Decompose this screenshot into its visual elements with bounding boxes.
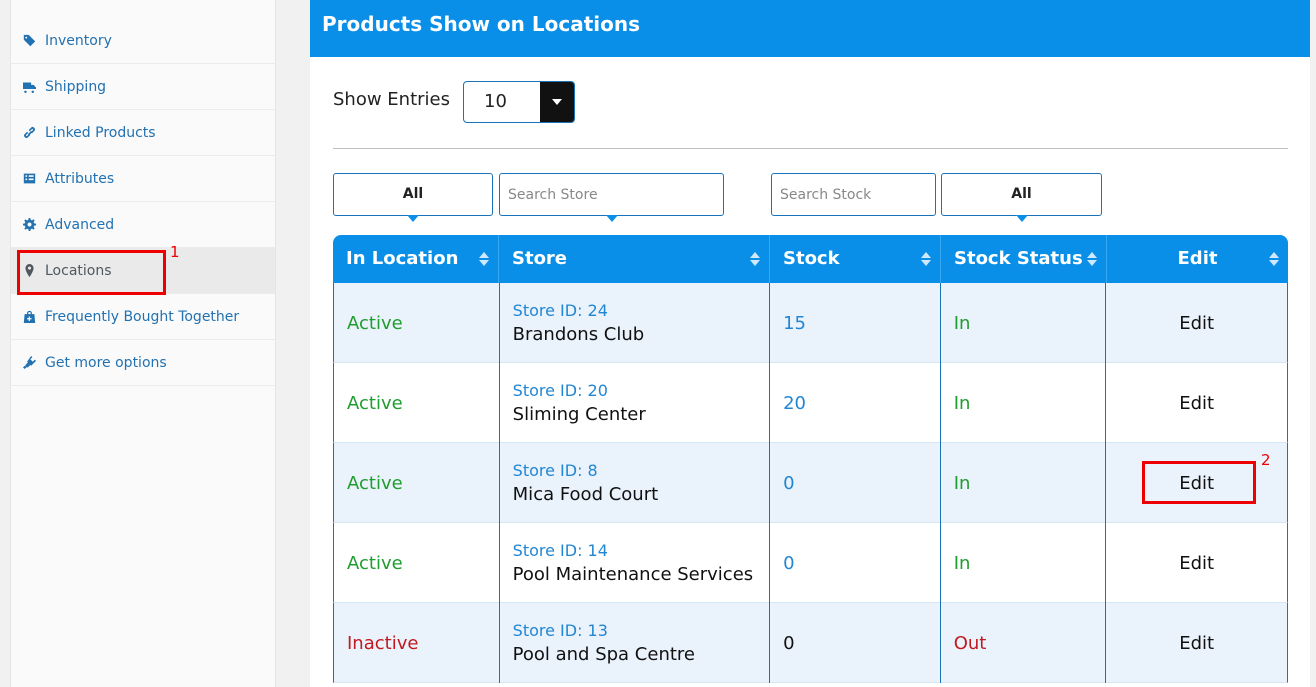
store-name: Sliming Center [512, 404, 646, 425]
caret-down-icon [407, 215, 419, 222]
location-filter-button[interactable]: All [333, 173, 493, 222]
edit-link[interactable]: Edit [1179, 633, 1214, 654]
table-row: Inactive Store ID: 13 Pool and Spa Centr… [333, 603, 1288, 683]
sort-icon [1087, 252, 1097, 267]
sidebar-item-advanced[interactable]: Advanced [11, 202, 275, 248]
sidebar-item-attributes[interactable]: Attributes [11, 156, 275, 202]
edit-link[interactable]: Edit [1179, 313, 1214, 334]
locations-panel: Products Show on Locations Show Entries … [310, 0, 1310, 687]
sidebar-item-shipping[interactable]: Shipping [11, 64, 275, 110]
search-stock-filter [771, 173, 936, 216]
store-name: Brandons Club [512, 324, 645, 345]
cell-stock-status: Out [941, 603, 1107, 683]
cell-store: Store ID: 24 Brandons Club [500, 283, 771, 363]
cell-edit: Edit [1106, 523, 1287, 603]
truck-icon [23, 80, 45, 93]
sidebar-item-get-more-options[interactable]: Get more options [11, 340, 275, 386]
annotation-number-2: 2 [1261, 451, 1271, 469]
store-name: Pool and Spa Centre [512, 644, 695, 665]
cell-location: Active [334, 363, 500, 443]
stock-status-filter-label: All [1011, 186, 1032, 202]
locations-table: In Location Store Stock Stock Status Edi… [333, 235, 1288, 683]
panel-title: Products Show on Locations [310, 0, 1310, 57]
annotation-number-1: 1 [170, 243, 180, 261]
sidebar-item-label: Get more options [45, 354, 167, 371]
plug-icon [23, 356, 45, 369]
stock-status-filter-button[interactable]: All [941, 173, 1102, 222]
sort-icon [1269, 252, 1279, 267]
cell-stock: 15 [770, 283, 941, 363]
column-header-stock[interactable]: Stock [770, 235, 941, 283]
cell-store: Store ID: 14 Pool Maintenance Services [500, 523, 771, 603]
column-header-in-location[interactable]: In Location [333, 235, 499, 283]
search-stock-input[interactable] [772, 174, 935, 215]
divider [333, 148, 1288, 149]
edit-link[interactable]: Edit [1179, 553, 1214, 574]
cell-edit: Edit [1106, 283, 1287, 363]
cell-edit: Edit [1106, 363, 1287, 443]
cell-edit: Edit [1106, 603, 1287, 683]
cell-location: Active [334, 523, 500, 603]
store-id: Store ID: 14 [512, 541, 608, 560]
column-header-stock-status[interactable]: Stock Status [941, 235, 1107, 283]
sidebar-item-label: Frequently Bought Together [45, 308, 240, 325]
caret-down-icon [1015, 215, 1028, 222]
column-header-edit[interactable]: Edit [1107, 235, 1288, 283]
sidebar-item-linked-products[interactable]: Linked Products [11, 110, 275, 156]
sort-icon [921, 252, 931, 267]
cell-store: Store ID: 20 Sliming Center [500, 363, 771, 443]
sidebar-item-frequently-bought-together[interactable]: Frequently Bought Together [11, 294, 275, 340]
sidebar-item-label: Linked Products [45, 124, 156, 141]
caret-down-icon [605, 215, 618, 222]
cell-stock: 0 [770, 523, 941, 603]
annotation-box-1 [17, 250, 166, 295]
link-icon [23, 126, 45, 139]
store-name: Mica Food Court [512, 484, 659, 505]
sidebar-item-label: Attributes [45, 170, 115, 187]
annotation-box-2 [1142, 461, 1256, 504]
store-id: Store ID: 8 [512, 461, 598, 480]
store-id: Store ID: 24 [512, 301, 608, 320]
gear-icon [23, 218, 45, 231]
sort-icon [479, 252, 489, 267]
store-name: Pool Maintenance Services [512, 564, 754, 585]
column-header-store[interactable]: Store [499, 235, 770, 283]
sidebar-item-label: Shipping [45, 78, 107, 95]
cell-location: Active [334, 443, 500, 523]
search-store-filter [499, 173, 724, 222]
cell-stock-status: In [941, 443, 1107, 523]
table-row: Active Store ID: 20 Sliming Center 20 In… [333, 363, 1288, 443]
bag-icon [23, 310, 45, 323]
table-row: Active Store ID: 14 Pool Maintenance Ser… [333, 523, 1288, 603]
sort-icon [750, 252, 760, 267]
cell-location: Active [334, 283, 500, 363]
entries-value: 10 [484, 91, 507, 112]
product-data-sidebar: Inventory Shipping Linked Products Attri… [10, 0, 276, 687]
edit-link[interactable]: Edit [1179, 393, 1214, 414]
table-row: Active Store ID: 24 Brandons Club 15 In … [333, 283, 1288, 363]
sidebar-item-label: Advanced [45, 216, 115, 233]
cell-location: Inactive [334, 603, 500, 683]
search-store-input[interactable] [500, 174, 723, 215]
cell-stock-status: In [941, 283, 1107, 363]
sidebar-item-label: Inventory [45, 32, 112, 49]
cell-stock: 0 [770, 603, 941, 683]
table-header: In Location Store Stock Stock Status Edi… [333, 235, 1288, 283]
sidebar-item-inventory[interactable]: Inventory [11, 18, 275, 64]
cell-stock: 20 [770, 363, 941, 443]
entries-select[interactable]: 10 [463, 81, 575, 123]
cell-stock-status: In [941, 523, 1107, 603]
store-id: Store ID: 13 [512, 621, 608, 640]
cell-store: Store ID: 8 Mica Food Court [500, 443, 771, 523]
show-entries-label: Show Entries [333, 89, 450, 110]
list-icon [23, 172, 45, 185]
cell-stock-status: In [941, 363, 1107, 443]
cell-store: Store ID: 13 Pool and Spa Centre [500, 603, 771, 683]
chevron-down-icon[interactable] [540, 82, 574, 122]
cell-stock: 0 [770, 443, 941, 523]
tag-icon [23, 34, 45, 47]
store-id: Store ID: 20 [512, 381, 608, 400]
location-filter-label: All [402, 186, 424, 202]
